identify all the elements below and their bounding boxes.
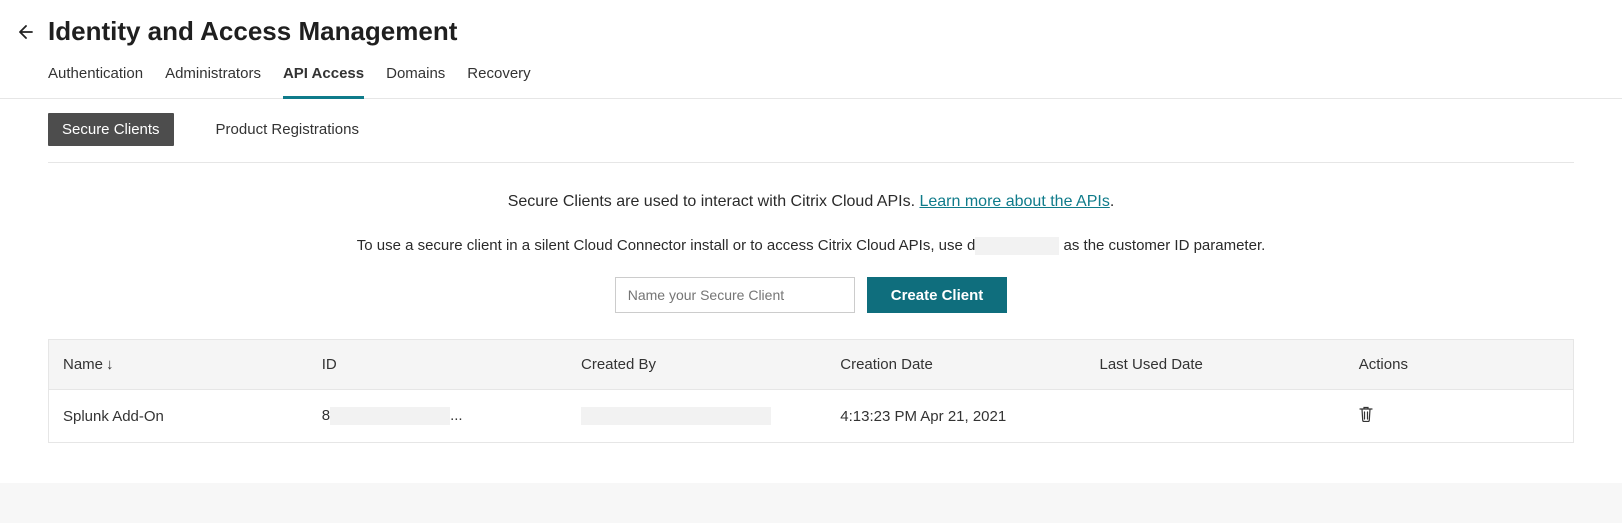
main-tabs: Authentication Administrators API Access… bbox=[0, 47, 1622, 99]
subtab-product-registrations[interactable]: Product Registrations bbox=[202, 113, 373, 146]
sub-tabs: Secure Clients Product Registrations bbox=[48, 113, 1574, 163]
info-text: Secure Clients are used to interact with… bbox=[508, 193, 920, 210]
table-row: Splunk Add-On 8... 4:13:23 PM Apr 21, 20… bbox=[49, 390, 1574, 443]
col-name[interactable]: Name↓ bbox=[49, 340, 308, 390]
cell-id-redacted bbox=[330, 407, 450, 425]
col-last-used[interactable]: Last Used Date bbox=[1086, 340, 1345, 390]
tab-administrators[interactable]: Administrators bbox=[165, 65, 261, 99]
cell-actions bbox=[1345, 390, 1574, 443]
footer-bar bbox=[0, 483, 1622, 523]
back-icon[interactable] bbox=[18, 22, 38, 42]
cell-creation-date: 4:13:23 PM Apr 21, 2021 bbox=[826, 390, 1085, 443]
info-line2-suffix: as the customer ID parameter. bbox=[1059, 237, 1265, 254]
tab-api-access[interactable]: API Access bbox=[283, 65, 364, 99]
col-created-by[interactable]: Created By bbox=[567, 340, 826, 390]
learn-more-link[interactable]: Learn more about the APIs bbox=[919, 193, 1109, 210]
cell-name: Splunk Add-On bbox=[49, 390, 308, 443]
tab-authentication[interactable]: Authentication bbox=[48, 65, 143, 99]
secure-clients-table: Name↓ ID Created By Creation Date Last U… bbox=[48, 339, 1574, 443]
sort-desc-icon: ↓ bbox=[106, 356, 114, 373]
info-line2-prefix: To use a secure client in a silent Cloud… bbox=[357, 237, 976, 254]
tab-domains[interactable]: Domains bbox=[386, 65, 445, 99]
tab-recovery[interactable]: Recovery bbox=[467, 65, 530, 99]
col-name-label: Name bbox=[63, 356, 103, 373]
subtab-secure-clients[interactable]: Secure Clients bbox=[48, 113, 174, 146]
cell-created-by bbox=[567, 390, 826, 443]
create-client-button[interactable]: Create Client bbox=[867, 277, 1008, 313]
info-period: . bbox=[1110, 193, 1114, 210]
customer-id-redacted bbox=[975, 237, 1059, 255]
delete-icon[interactable] bbox=[1359, 406, 1373, 422]
col-id[interactable]: ID bbox=[308, 340, 567, 390]
page-title: Identity and Access Management bbox=[48, 16, 457, 47]
cell-id-suffix: ... bbox=[450, 407, 463, 424]
col-actions: Actions bbox=[1345, 340, 1574, 390]
cell-created-by-redacted bbox=[581, 407, 771, 425]
cell-last-used bbox=[1086, 390, 1345, 443]
info-line-2: To use a secure client in a silent Cloud… bbox=[48, 237, 1574, 255]
client-name-input[interactable] bbox=[615, 277, 855, 313]
cell-id-prefix: 8 bbox=[322, 407, 330, 424]
col-creation-date[interactable]: Creation Date bbox=[826, 340, 1085, 390]
cell-id: 8... bbox=[308, 390, 567, 443]
info-line-1: Secure Clients are used to interact with… bbox=[48, 193, 1574, 211]
